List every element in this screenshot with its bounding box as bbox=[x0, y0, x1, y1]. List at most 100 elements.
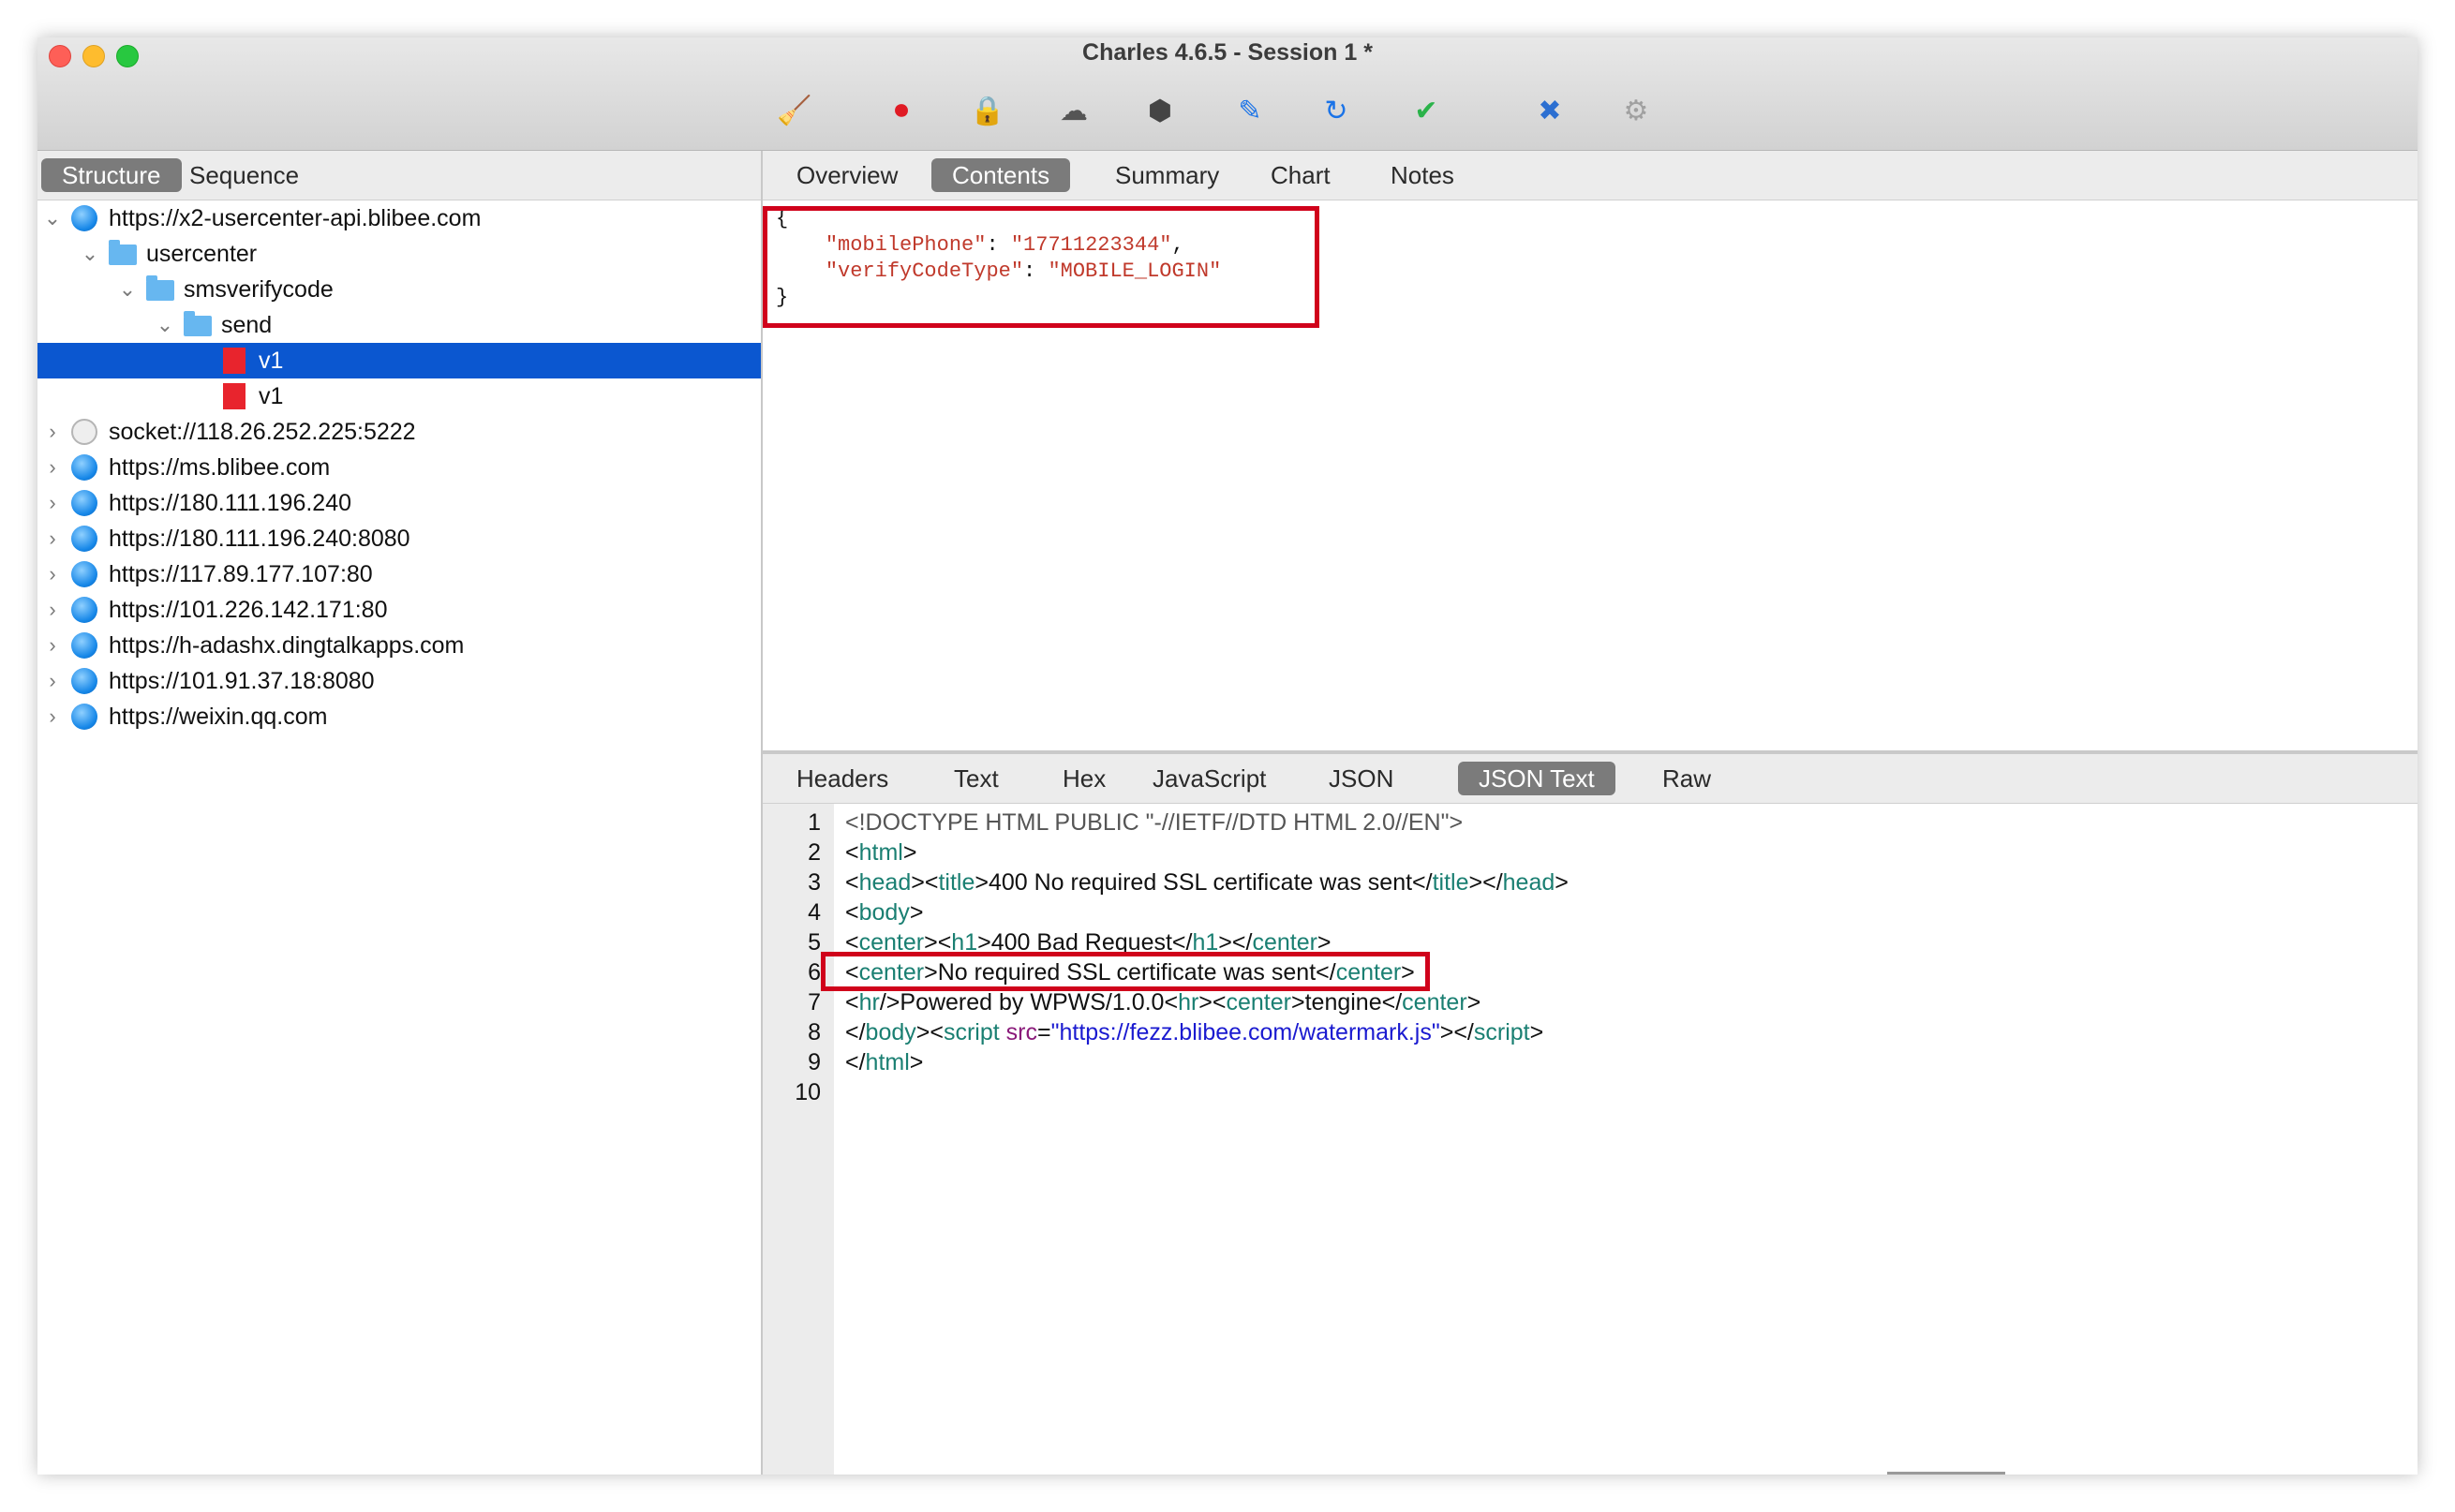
tab-text[interactable]: Text bbox=[933, 762, 1019, 795]
tab-summary[interactable]: Summary bbox=[1094, 158, 1240, 192]
chevron-right-icon[interactable]: › bbox=[43, 556, 62, 592]
tree-node-label: https://101.91.37.18:8080 bbox=[109, 668, 375, 694]
tab-json-text[interactable]: JSON Text bbox=[1458, 762, 1615, 795]
chevron-down-icon[interactable]: ⌄ bbox=[81, 236, 99, 272]
highlight-response-box bbox=[821, 952, 1430, 991]
line-number: 3 bbox=[808, 869, 821, 896]
ssl-lock-icon[interactable]: 🔒 bbox=[969, 92, 1006, 129]
throttle-turtle-icon[interactable]: ☁ bbox=[1055, 92, 1093, 129]
chevron-down-icon[interactable]: ⌄ bbox=[118, 272, 137, 307]
title-text: 400 No required SSL certificate was sent bbox=[988, 869, 1413, 896]
folder-icon bbox=[184, 311, 212, 336]
code-line-2: <html> bbox=[845, 839, 917, 866]
settings-gear-icon[interactable]: ⚙ bbox=[1617, 92, 1655, 129]
script-src-value: "https://fezz.blibee.com/watermark.js" bbox=[1050, 1019, 1440, 1045]
tab-raw[interactable]: Raw bbox=[1642, 762, 1732, 795]
tree-node-label: https://101.226.142.171:80 bbox=[109, 597, 388, 623]
line-number: 9 bbox=[808, 1049, 821, 1075]
tab-headers[interactable]: Headers bbox=[776, 762, 909, 795]
tree-node-label: usercenter bbox=[146, 241, 258, 267]
chevron-right-icon[interactable]: › bbox=[43, 592, 62, 628]
tree-node-label: send bbox=[221, 312, 273, 338]
tab-contents[interactable]: Contents bbox=[931, 158, 1071, 192]
tree-host-101-91-37-18[interactable]: › https://101.91.37.18:8080 bbox=[37, 663, 761, 699]
code-line-9: </html> bbox=[845, 1049, 924, 1075]
globe-icon bbox=[71, 668, 97, 694]
globe-icon bbox=[71, 632, 97, 659]
code-line-8: </body><script src="https://fezz.blibee.… bbox=[845, 1019, 1544, 1045]
title-bar: Charles 4.6.5 - Session 1 * 🧹 ⏺ 🔒 ☁ ⬢ ✎ ↻ ✔ ✖ ⚙ bbox=[37, 37, 2418, 151]
response-tab-bar: Headers Text Hex JavaScript JSON JSON Te… bbox=[763, 754, 2418, 804]
tree-host-socket[interactable]: › socket://118.26.252.225:5222 bbox=[37, 414, 761, 450]
chevron-right-icon[interactable]: › bbox=[43, 414, 62, 450]
tree-request-v1-selected[interactable]: v1 bbox=[37, 343, 761, 378]
request-failed-icon bbox=[223, 348, 246, 374]
chevron-right-icon[interactable]: › bbox=[43, 699, 62, 734]
chevron-down-icon[interactable]: ⌄ bbox=[43, 200, 62, 236]
tree-node-label: https://ms.blibee.com bbox=[109, 454, 331, 481]
chevron-right-icon[interactable]: › bbox=[43, 628, 62, 663]
chevron-down-icon[interactable]: ⌄ bbox=[156, 307, 174, 343]
line-number: 8 bbox=[808, 1019, 821, 1045]
line-number: 10 bbox=[795, 1079, 821, 1105]
globe-icon bbox=[71, 526, 97, 552]
request-failed-icon bbox=[223, 383, 246, 409]
globe-icon bbox=[71, 205, 97, 231]
tree-host-dingtalkapps[interactable]: › https://h-adashx.dingtalkapps.com bbox=[37, 628, 761, 663]
structure-pane: Structure Sequence ⌄ https://x2-usercent… bbox=[37, 151, 763, 1475]
validate-check-icon[interactable]: ✔ bbox=[1407, 92, 1445, 129]
tree-host-117-89-177-107[interactable]: › https://117.89.177.107:80 bbox=[37, 556, 761, 592]
tab-hex[interactable]: Hex bbox=[1042, 762, 1126, 795]
globe-icon bbox=[71, 597, 97, 623]
globe-icon bbox=[71, 490, 97, 516]
record-icon[interactable]: ⏺ bbox=[883, 92, 920, 129]
tree-node-label: v1 bbox=[259, 348, 284, 374]
tree-node-label: smsverifycode bbox=[184, 276, 334, 303]
tree-request-v1[interactable]: v1 bbox=[37, 378, 761, 414]
resize-handle[interactable] bbox=[1887, 1472, 2005, 1475]
tab-notes[interactable]: Notes bbox=[1370, 158, 1475, 192]
folder-icon bbox=[109, 240, 137, 265]
line-number: 1 bbox=[808, 809, 821, 836]
folder-icon bbox=[146, 275, 174, 301]
tree-host-weixin[interactable]: › https://weixin.qq.com bbox=[37, 699, 761, 734]
tree-node-label: https://180.111.196.240:8080 bbox=[109, 526, 410, 552]
compose-pen-icon[interactable]: ✎ bbox=[1231, 92, 1269, 129]
tree-host-x2-usercenter[interactable]: ⌄ https://x2-usercenter-api.blibee.com bbox=[37, 200, 761, 236]
request-body-view[interactable]: { "mobilePhone": "17711223344", "verifyC… bbox=[763, 200, 2418, 749]
chevron-right-icon[interactable]: › bbox=[43, 521, 62, 556]
broom-icon[interactable]: 🧹 bbox=[776, 92, 813, 129]
tree-folder-usercenter[interactable]: ⌄ usercenter bbox=[37, 236, 761, 272]
charles-window: Charles 4.6.5 - Session 1 * 🧹 ⏺ 🔒 ☁ ⬢ ✎ ↻ ✔ ✖ ⚙ S… bbox=[37, 37, 2418, 1475]
tab-json[interactable]: JSON bbox=[1308, 762, 1414, 795]
globe-icon bbox=[71, 704, 97, 730]
tree-host-ms-blibee[interactable]: › https://ms.blibee.com bbox=[37, 450, 761, 485]
tab-structure[interactable]: Structure bbox=[41, 158, 182, 192]
chevron-right-icon[interactable]: › bbox=[43, 485, 62, 521]
globe-icon bbox=[71, 561, 97, 587]
tree-host-180-111-196-240[interactable]: › https://180.111.196.240 bbox=[37, 485, 761, 521]
globe-icon bbox=[71, 454, 97, 481]
breakpoint-stop-icon[interactable]: ⬢ bbox=[1141, 92, 1179, 129]
tree-folder-send[interactable]: ⌄ send bbox=[37, 307, 761, 343]
tree-node-label: https://weixin.qq.com bbox=[109, 704, 328, 730]
tag-html: html bbox=[858, 839, 903, 866]
repeat-icon[interactable]: ↻ bbox=[1317, 92, 1355, 129]
detail-tab-bar: Overview Contents Summary Chart Notes bbox=[763, 151, 2418, 200]
tree-host-101-226-142-171[interactable]: › https://101.226.142.171:80 bbox=[37, 592, 761, 628]
tab-sequence[interactable]: Sequence bbox=[169, 158, 320, 192]
line-number: 2 bbox=[808, 839, 821, 866]
tree-host-180-111-196-240-8080[interactable]: › https://180.111.196.240:8080 bbox=[37, 521, 761, 556]
tab-chart[interactable]: Chart bbox=[1250, 158, 1351, 192]
tab-overview[interactable]: Overview bbox=[776, 158, 918, 192]
server-name-text: tengine bbox=[1304, 989, 1382, 1015]
tools-icon[interactable]: ✖ bbox=[1531, 92, 1569, 129]
chevron-right-icon[interactable]: › bbox=[43, 450, 62, 485]
tree-folder-smsverifycode[interactable]: ⌄ smsverifycode bbox=[37, 272, 761, 307]
response-code-view[interactable]: 1 2 3 4 5 6 7 8 9 10 <!DOCTYPE HTML PUBLIC "-//IE… bbox=[763, 804, 2418, 1475]
chevron-right-icon[interactable]: › bbox=[43, 663, 62, 699]
left-tab-bar: Structure Sequence bbox=[37, 151, 761, 200]
tab-javascript[interactable]: JavaScript bbox=[1132, 762, 1287, 795]
tree-node-label: https://180.111.196.240 bbox=[109, 490, 352, 516]
line-number: 6 bbox=[808, 959, 821, 986]
